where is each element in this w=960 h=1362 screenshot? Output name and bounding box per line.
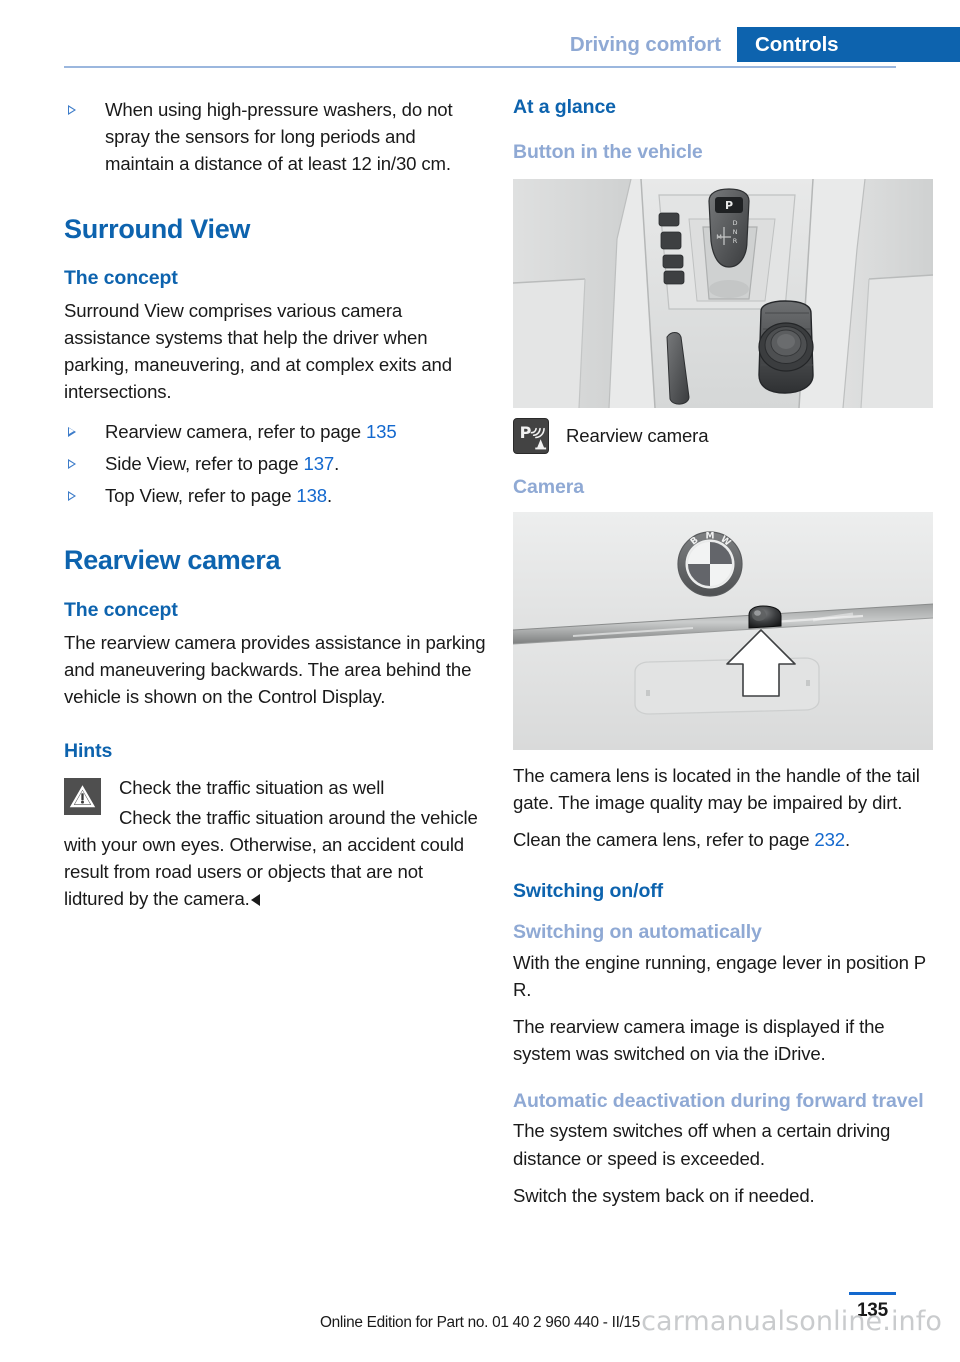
paragraph-surround-view-concept: Surround View comprises various camera a… bbox=[64, 299, 452, 403]
heading-the-concept-rearview-camera: The concept bbox=[64, 599, 178, 622]
list-item-label: Rearview camera, refer to page bbox=[105, 420, 366, 442]
tab-driving-comfort[interactable]: Driving comfort bbox=[551, 27, 737, 62]
top-warning-list: When using high-pressure washers, do not… bbox=[64, 96, 487, 178]
warning-text-label: Check the traffic situation around the v… bbox=[64, 806, 478, 910]
page-link[interactable]: 232 bbox=[814, 829, 845, 850]
list-item: When using high-pressure washers, do not… bbox=[64, 96, 487, 178]
heading-the-concept-surround-view: The concept bbox=[64, 267, 178, 290]
svg-text:M: M bbox=[706, 531, 715, 541]
center-console-illustration: P D N R M bbox=[513, 179, 933, 409]
heading-switching-on-off: Switching on/off bbox=[513, 879, 664, 902]
heading-button-in-the-vehicle: Button in the vehicle bbox=[513, 141, 703, 164]
svg-text:P: P bbox=[725, 199, 733, 212]
svg-text:P: P bbox=[520, 423, 532, 442]
heading-at-a-glance: At a glance bbox=[513, 96, 616, 118]
page-link[interactable]: 137 bbox=[304, 453, 335, 474]
manual-page: Driving comfort Controls When using high… bbox=[0, 0, 960, 1362]
triangle-bullet-icon bbox=[68, 105, 76, 115]
paragraph-auto-deactivation-1: The system switches off when a certain d… bbox=[513, 1120, 891, 1169]
tab-controls[interactable]: Controls bbox=[737, 27, 960, 62]
svg-text:N: N bbox=[733, 228, 738, 236]
header-divider bbox=[64, 66, 896, 68]
header-tabs: Driving comfort Controls bbox=[551, 27, 960, 62]
triangle-bullet-icon bbox=[68, 458, 76, 469]
list-item[interactable]: Top View, refer to page 138. bbox=[64, 482, 487, 509]
heading-switching-on-automatically: Switching on automatically bbox=[513, 920, 762, 943]
paragraph-switching-auto-2: The rearview camera image is displayed i… bbox=[513, 1016, 885, 1065]
list-item-suffix: . bbox=[334, 452, 340, 474]
site-watermark: carmanualsonline.info bbox=[641, 1306, 942, 1337]
page-footer: 135 Online Edition for Part no. 01 40 2 … bbox=[0, 1278, 960, 1362]
page-header: Driving comfort Controls bbox=[0, 0, 960, 62]
left-column: When using high-pressure washers, do not… bbox=[64, 96, 487, 913]
page-title-rearview-camera: Rearview camera bbox=[64, 545, 281, 576]
end-of-note-icon bbox=[250, 894, 260, 907]
heading-camera: Camera bbox=[513, 476, 584, 499]
button-legend: P Rearview camera bbox=[513, 418, 936, 455]
svg-text:R: R bbox=[733, 237, 738, 245]
paragraph-auto-deactivation-2: Switch the system back on if needed. bbox=[513, 1184, 815, 1206]
svg-text:D: D bbox=[732, 219, 737, 227]
heading-automatic-deactivation: Automatic deactivation during forward tr… bbox=[513, 1089, 924, 1112]
tail-gate-camera-illustration: B M W bbox=[513, 511, 933, 750]
right-column: At a glance Button in the vehicle P D N … bbox=[513, 96, 936, 1209]
paragraph-rearview-camera-concept: The rearview camera provides assistance … bbox=[64, 631, 486, 707]
heading-hints: Hints bbox=[64, 740, 113, 763]
warning-text: Check the traffic situation around the v… bbox=[64, 804, 487, 913]
page-number-rule bbox=[849, 1292, 896, 1295]
paragraph-switching-auto-1: With the engine running, engage lever in… bbox=[513, 951, 926, 1000]
page-title-surround-view: Surround View bbox=[64, 213, 251, 244]
page-link[interactable]: 138 bbox=[296, 485, 327, 506]
list-item-suffix: . bbox=[327, 485, 333, 507]
list-item-label: Top View, refer to page bbox=[105, 485, 297, 507]
paragraph-clean-camera-lens: Clean the camera lens, refer to page 232… bbox=[513, 826, 936, 853]
triangle-bullet-icon bbox=[68, 426, 76, 437]
triangle-bullet-icon bbox=[68, 491, 76, 502]
surround-view-links: Rearview camera, refer to page 135 Side … bbox=[64, 418, 487, 510]
page-link[interactable]: 135 bbox=[366, 421, 397, 442]
list-item-label: Side View, refer to page bbox=[105, 452, 304, 474]
button-legend-label: Rearview camera bbox=[566, 425, 709, 447]
paragraph-camera-location: The camera lens is located in the handle… bbox=[513, 764, 920, 814]
clean-lens-suffix: . bbox=[845, 829, 851, 851]
warning-title: Check the traffic situation as well bbox=[119, 776, 385, 798]
list-item[interactable]: Side View, refer to page 137. bbox=[64, 450, 487, 477]
warning-note: Check the traffic situation as well Chec… bbox=[64, 774, 487, 913]
list-item[interactable]: Rearview camera, refer to page 135 bbox=[64, 418, 487, 445]
list-item-label: When using high-pressure washers, do not… bbox=[105, 99, 453, 175]
clean-lens-prefix: Clean the camera lens, refer to page bbox=[513, 829, 815, 851]
warning-triangle-icon bbox=[64, 777, 101, 815]
park-assist-camera-icon: P bbox=[513, 418, 549, 455]
